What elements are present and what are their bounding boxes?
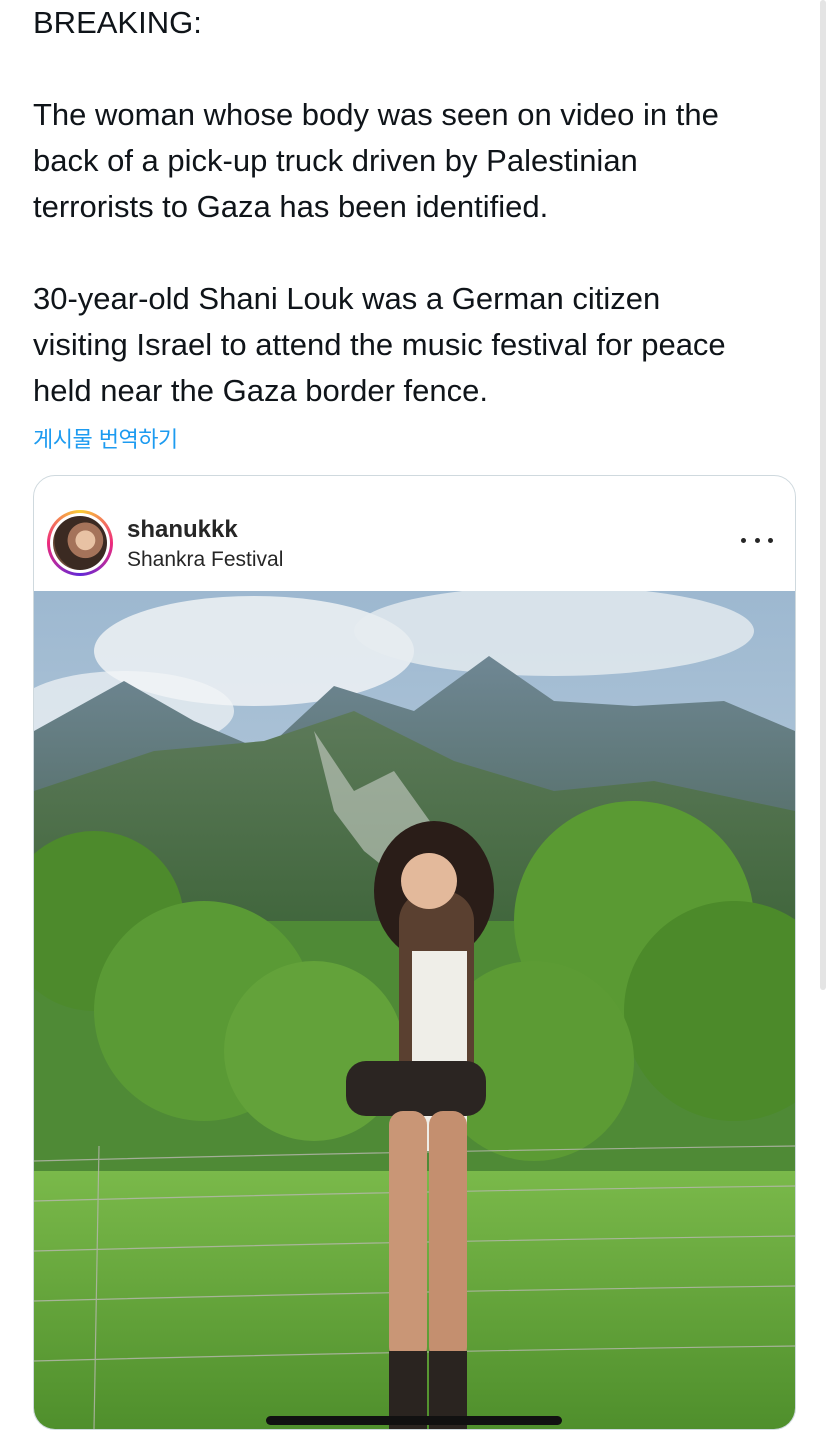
page-scrollbar[interactable] bbox=[820, 0, 826, 990]
instagram-embed-card[interactable]: shanukkk Shankra Festival bbox=[33, 475, 796, 1430]
instagram-post-header: shanukkk Shankra Festival bbox=[34, 476, 795, 591]
tweet-headline: BREAKING: bbox=[33, 5, 202, 40]
tweet-body: BREAKING: The woman whose body was seen … bbox=[33, 0, 803, 414]
tweet-paragraph-2: 30-year-old Shani Louk was a German citi… bbox=[33, 281, 726, 408]
instagram-username[interactable]: shanukkk bbox=[127, 516, 238, 544]
post-photo[interactable] bbox=[34, 591, 795, 1429]
avatar[interactable] bbox=[47, 510, 113, 576]
post-photo-image bbox=[34, 591, 795, 1429]
instagram-location[interactable]: Shankra Festival bbox=[127, 548, 283, 572]
avatar-photo bbox=[53, 516, 107, 570]
home-indicator bbox=[266, 1416, 562, 1425]
translate-post-link[interactable]: 게시물 번역하기 bbox=[33, 422, 178, 454]
tweet-paragraph-1: The woman whose body was seen on video i… bbox=[33, 97, 719, 224]
more-horizontal-icon[interactable] bbox=[741, 528, 773, 552]
